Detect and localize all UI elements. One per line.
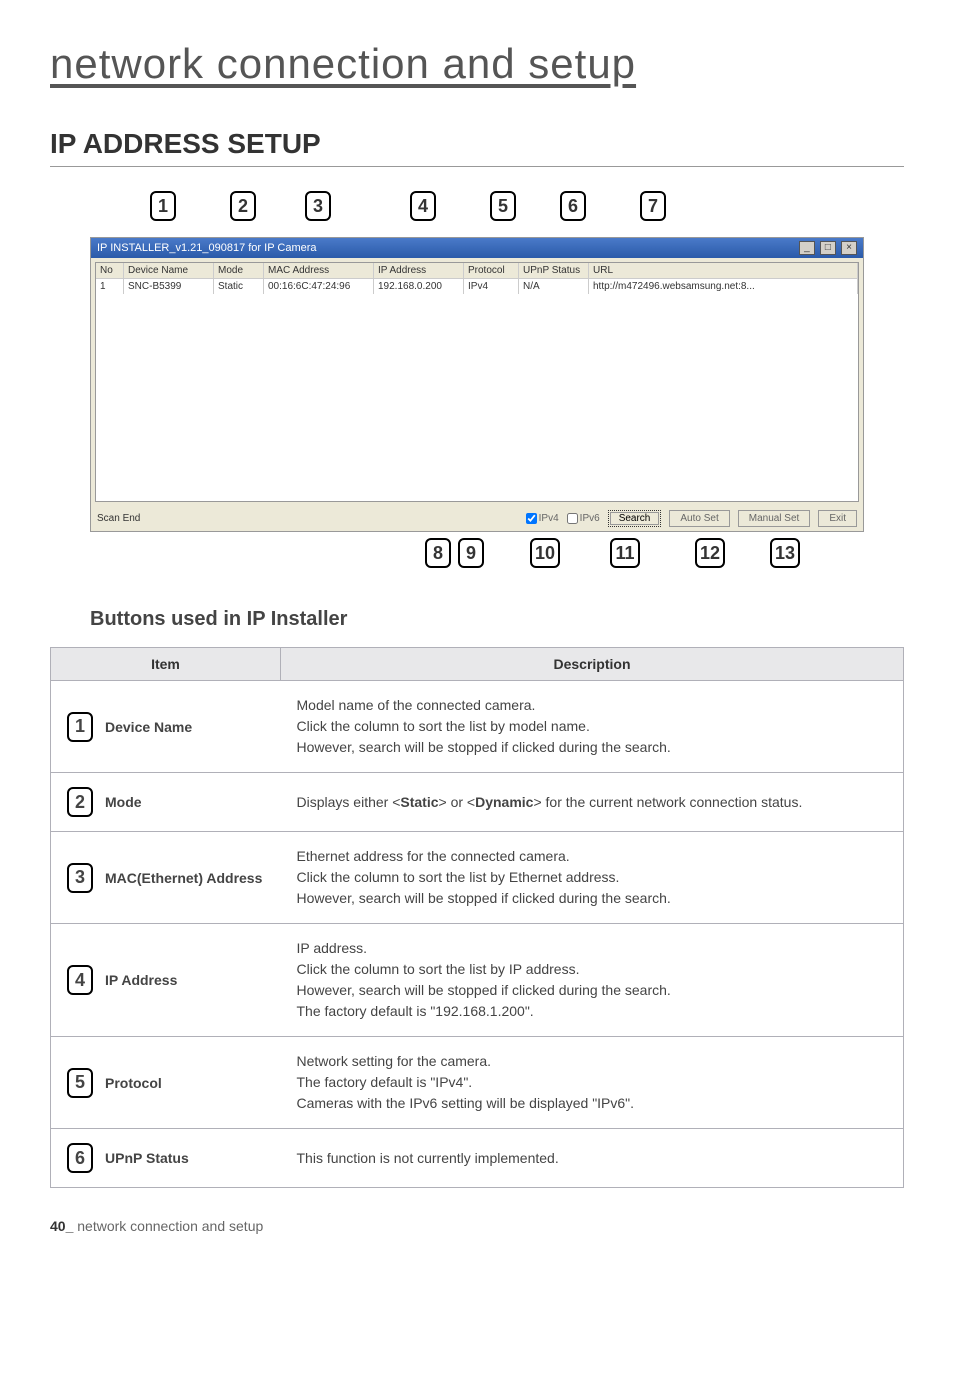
manualset-button[interactable]: Manual Set [738, 510, 811, 527]
th-desc: Description [281, 648, 904, 681]
callout-9: 9 [458, 538, 484, 568]
list-header: No Device Name Mode MAC Address IP Addre… [96, 263, 858, 279]
desc-cell: Displays either <Static> or <Dynamic> fo… [281, 773, 904, 832]
device-listview: No Device Name Mode MAC Address IP Addre… [95, 262, 859, 502]
search-button[interactable]: Search [608, 510, 662, 527]
table-row: 4 IP Address IP address.Click the column t… [51, 924, 904, 1037]
row-number-icon: 3 [67, 863, 93, 893]
item-cell: 1 Device Name [51, 681, 281, 773]
ipv4-checkbox[interactable]: IPv4 [526, 513, 559, 524]
footer-text: network connection and setup [77, 1218, 263, 1234]
callout-3: 3 [305, 191, 331, 221]
item-label: Mode [105, 794, 142, 810]
callout-8: 8 [425, 538, 451, 568]
scan-status: Scan End [97, 513, 518, 524]
col-device-header[interactable]: Device Name [124, 263, 214, 278]
table-row: 6 UPnP Status This function is not current… [51, 1129, 904, 1188]
row-number-icon: 1 [67, 712, 93, 742]
ipv6-checkbox[interactable]: IPv6 [567, 513, 600, 524]
callout-11: 11 [610, 538, 640, 568]
callout-7: 7 [640, 191, 666, 221]
desc-cell: This function is not currently implement… [281, 1129, 904, 1188]
callout-12: 12 [695, 538, 725, 568]
item-cell: 4 IP Address [51, 924, 281, 1037]
minimize-icon[interactable]: _ [799, 241, 815, 255]
callout-13: 13 [770, 538, 800, 568]
desc-cell: Model name of the connected camera.Click… [281, 681, 904, 773]
cell-upnp: N/A [519, 279, 589, 294]
cell-no: 1 [96, 279, 124, 294]
row-number-icon: 5 [67, 1068, 93, 1098]
item-label: IP Address [105, 972, 177, 988]
callout-10: 10 [530, 538, 560, 568]
exit-button[interactable]: Exit [818, 510, 857, 527]
callout-4: 4 [410, 191, 436, 221]
status-bar: Scan End IPv4 IPv6 Search Auto Set Manua… [91, 506, 863, 531]
page-number: 40_ [50, 1218, 73, 1234]
col-mac-header[interactable]: MAC Address [264, 263, 374, 278]
description-table: Item Description 1 Device Name Model name … [50, 647, 904, 1188]
autoset-button[interactable]: Auto Set [669, 510, 729, 527]
item-label: Protocol [105, 1075, 162, 1091]
sub-heading: Buttons used in IP Installer [90, 608, 904, 631]
close-icon[interactable]: × [841, 241, 857, 255]
page-footer: 40_ network connection and setup [50, 1218, 904, 1234]
section-title: IP ADDRESS SETUP [50, 128, 904, 167]
item-cell: 6 UPnP Status [51, 1129, 281, 1188]
item-cell: 5 Protocol [51, 1037, 281, 1129]
cell-device: SNC-B5399 [124, 279, 214, 294]
list-row[interactable]: 1 SNC-B5399 Static 00:16:6C:47:24:96 192… [96, 279, 858, 294]
cell-ip: 192.168.0.200 [374, 279, 464, 294]
desc-cell: Network setting for the camera.The facto… [281, 1037, 904, 1129]
cell-mac: 00:16:6C:47:24:96 [264, 279, 374, 294]
table-row: 5 Protocol Network setting for the camera.… [51, 1037, 904, 1129]
table-row: 2 Mode Displays either <Static> or <Dynami… [51, 773, 904, 832]
cell-url: http://m472496.websamsung.net:8... [589, 279, 858, 294]
desc-cell: IP address.Click the column to sort the … [281, 924, 904, 1037]
cell-proto: IPv4 [464, 279, 519, 294]
th-item: Item [51, 648, 281, 681]
desc-cell: Ethernet address for the connected camer… [281, 832, 904, 924]
window-title: IP INSTALLER_v1.21_090817 for IP Camera [97, 242, 317, 254]
col-mode-header[interactable]: Mode [214, 263, 264, 278]
callout-1: 1 [150, 191, 176, 221]
item-label: Device Name [105, 719, 192, 735]
row-number-icon: 2 [67, 787, 93, 817]
window-titlebar: IP INSTALLER_v1.21_090817 for IP Camera … [91, 238, 863, 258]
maximize-icon[interactable]: □ [820, 241, 836, 255]
col-upnp-header[interactable]: UPnP Status [519, 263, 589, 278]
item-cell: 2 Mode [51, 773, 281, 832]
installer-window: IP INSTALLER_v1.21_090817 for IP Camera … [90, 237, 864, 532]
row-number-icon: 4 [67, 965, 93, 995]
col-ip-header[interactable]: IP Address [374, 263, 464, 278]
page-header: network connection and setup [50, 40, 904, 88]
item-label: MAC(Ethernet) Address [105, 870, 262, 886]
cell-mode: Static [214, 279, 264, 294]
col-no-header[interactable]: No [96, 263, 124, 278]
row-number-icon: 6 [67, 1143, 93, 1173]
window-controls: _ □ × [797, 241, 857, 255]
installer-screenshot: 1 2 3 4 5 6 7 IP INSTALLER_v1.21_090817 … [90, 191, 864, 578]
item-label: UPnP Status [105, 1150, 189, 1166]
col-url-header[interactable]: URL [589, 263, 858, 278]
table-row: 1 Device Name Model name of the connected … [51, 681, 904, 773]
table-row: 3 MAC(Ethernet) Address Ethernet address f… [51, 832, 904, 924]
callout-2: 2 [230, 191, 256, 221]
col-proto-header[interactable]: Protocol [464, 263, 519, 278]
item-cell: 3 MAC(Ethernet) Address [51, 832, 281, 924]
callout-5: 5 [490, 191, 516, 221]
callout-6: 6 [560, 191, 586, 221]
